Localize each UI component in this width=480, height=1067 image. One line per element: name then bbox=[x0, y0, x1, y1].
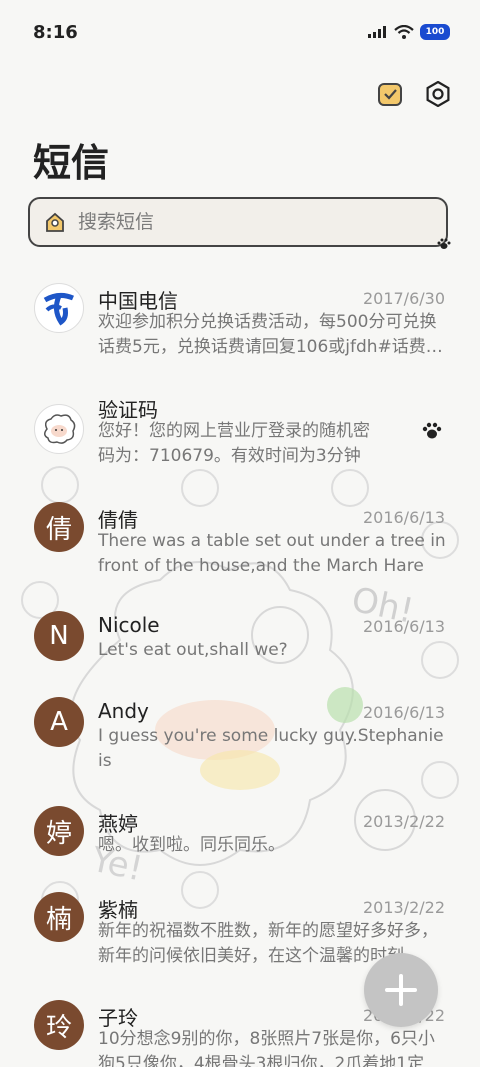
contact-avatar bbox=[34, 283, 84, 333]
contact-name: Andy bbox=[98, 699, 149, 723]
new-message-button[interactable] bbox=[364, 953, 438, 1027]
status-time: 8:16 bbox=[33, 22, 78, 43]
select-button[interactable] bbox=[376, 80, 404, 108]
message-snippet: There was a table set out under a tree i… bbox=[98, 531, 446, 576]
paw-badge-icon bbox=[422, 422, 442, 439]
message-snippet: Let's eat out,shall we? bbox=[98, 640, 288, 660]
message-date: 2016/6/13 bbox=[362, 508, 445, 527]
search-input[interactable] bbox=[76, 210, 380, 234]
plus-icon bbox=[385, 974, 417, 1006]
gear-icon bbox=[426, 81, 450, 107]
status-icons: 100 bbox=[368, 24, 450, 40]
signal-icon bbox=[368, 26, 386, 38]
search-bar[interactable] bbox=[28, 197, 448, 247]
message-snippet: I guess you're some lucky guy.Stephanie … bbox=[98, 726, 444, 771]
message-date: 2013/2/22 bbox=[362, 812, 445, 831]
message-snippet: 您好！您的网上营业厅登录的随机密 码为：710679。有效时间为3分钟 bbox=[98, 421, 370, 466]
message-date: 2017/6/30 bbox=[362, 289, 445, 308]
contact-name: Nicole bbox=[98, 613, 160, 637]
settings-button[interactable] bbox=[424, 80, 452, 108]
contact-avatar bbox=[34, 404, 84, 454]
page-title: 短信 bbox=[33, 141, 110, 185]
message-date: 2016/6/13 bbox=[362, 703, 445, 722]
sheep-avatar-icon bbox=[44, 414, 76, 444]
message-snippet: 欢迎参加积分兑换话费活动，每500分可兑换 话费5元，兑换话费请回复106或jf… bbox=[98, 312, 443, 357]
message-snippet: 10分想念9别的你，8张照片7张是你，6只小 狗5只像你，4根骨头3根归你，2爪… bbox=[98, 1029, 435, 1067]
wifi-icon bbox=[394, 25, 414, 39]
message-date: 2016/6/13 bbox=[362, 617, 445, 636]
search-icon bbox=[46, 212, 64, 232]
china-telecom-logo-icon bbox=[43, 292, 74, 326]
paw-decoration-icon bbox=[437, 238, 451, 249]
message-snippet: 嗯。收到啦。同乐同乐。 bbox=[98, 835, 285, 855]
message-date: 2013/2/22 bbox=[362, 898, 445, 917]
contact-avatar: 楠 bbox=[34, 892, 84, 942]
contact-avatar: 倩 bbox=[34, 502, 84, 552]
top-actions bbox=[376, 80, 452, 108]
contact-avatar: 玲 bbox=[34, 1000, 84, 1050]
contact-avatar: N bbox=[34, 611, 84, 661]
checklist-icon bbox=[378, 83, 402, 106]
contact-avatar: 婷 bbox=[34, 806, 84, 856]
status-bar: 8:16 100 bbox=[0, 0, 480, 68]
battery-icon: 100 bbox=[420, 24, 450, 40]
contact-avatar: A bbox=[34, 697, 84, 747]
